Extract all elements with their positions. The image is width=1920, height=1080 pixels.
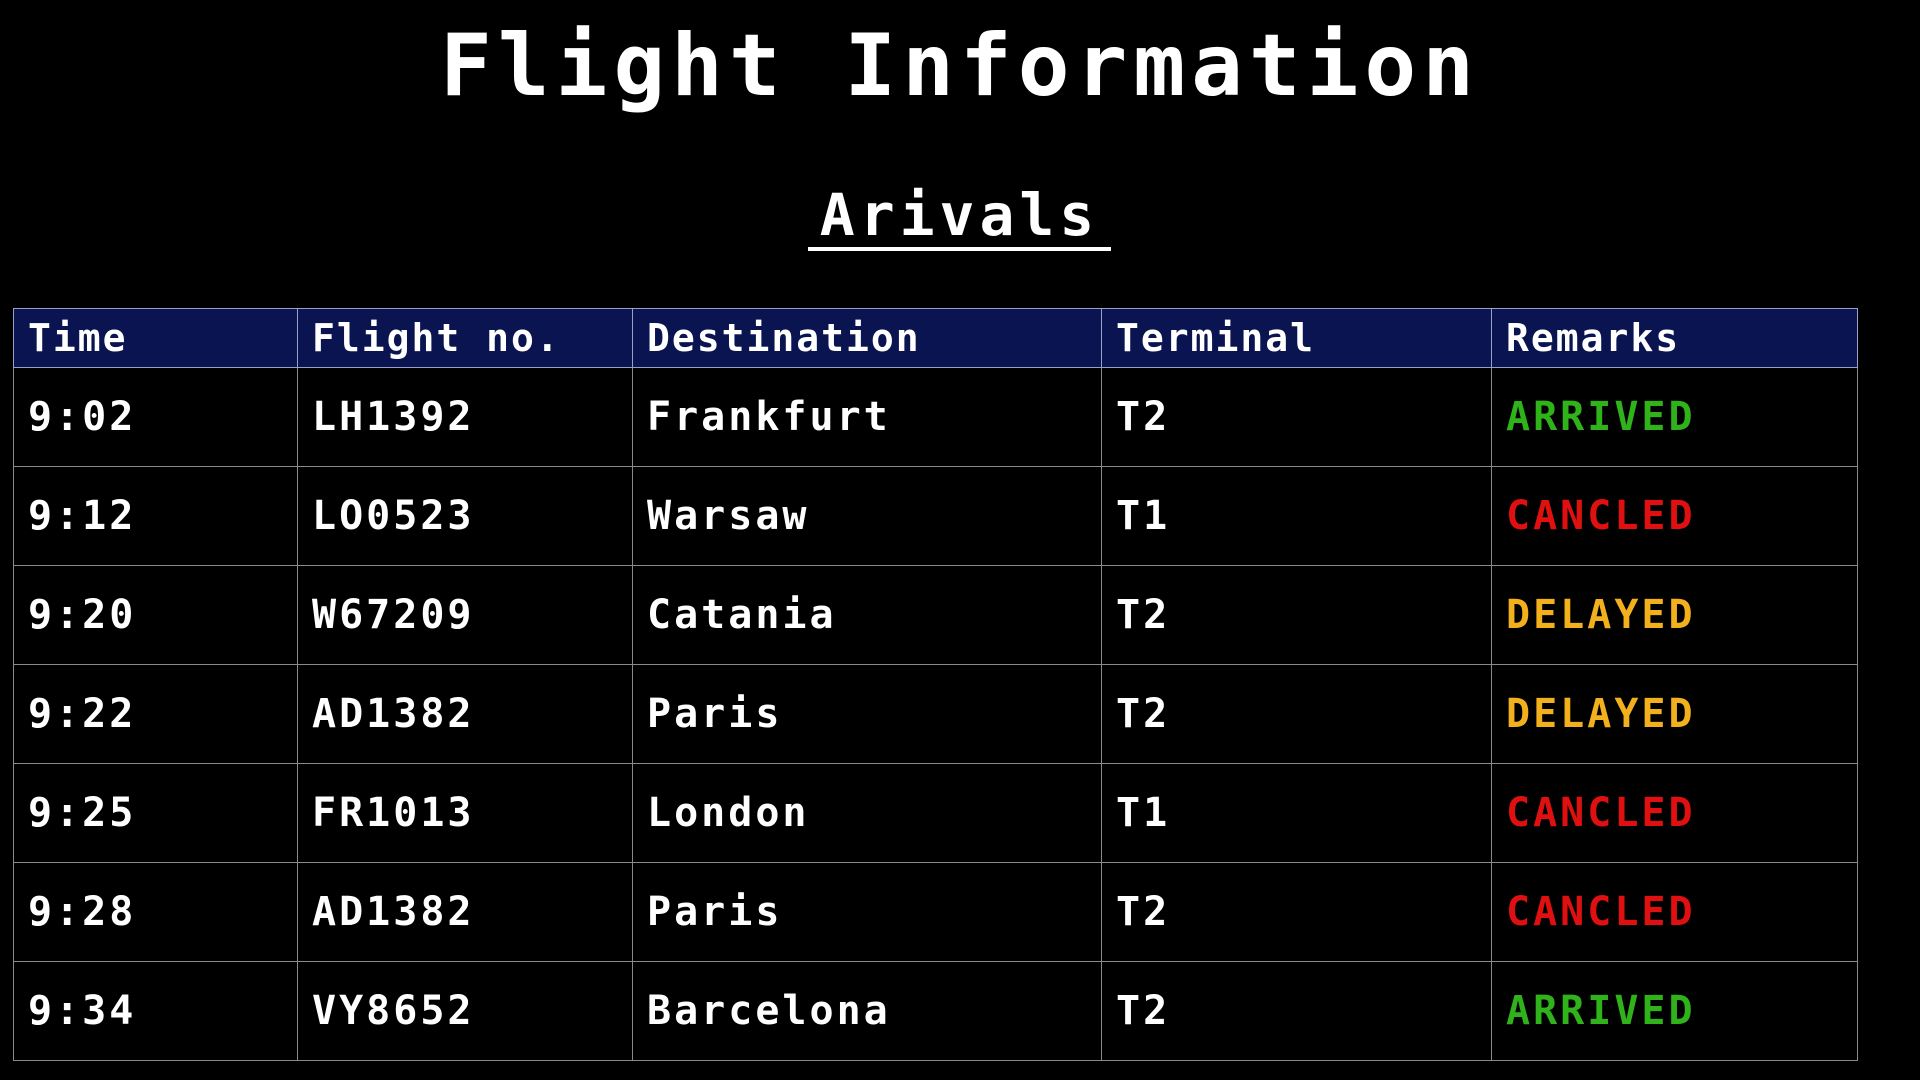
cell-remarks: DELAYED bbox=[1491, 565, 1858, 665]
cell-destination: Warsaw bbox=[632, 466, 1102, 566]
cell-destination: Catania bbox=[632, 565, 1102, 665]
cell-destination: Frankfurt bbox=[632, 367, 1102, 467]
cell-flight-no: W67209 bbox=[297, 565, 633, 665]
cell-flight-no: LH1392 bbox=[297, 367, 633, 467]
cell-remarks: DELAYED bbox=[1491, 664, 1858, 764]
cell-time: 9:34 bbox=[13, 961, 298, 1061]
table-row: 9:34 VY8652 Barcelona T2 ARRIVED bbox=[13, 961, 1858, 1061]
table-row: 9:02 LH1392 Frankfurt T2 ARRIVED bbox=[13, 367, 1858, 467]
cell-terminal: T2 bbox=[1101, 565, 1492, 665]
page-title: Flight Information bbox=[440, 16, 1480, 116]
table-row: 9:28 AD1382 Paris T2 CANCLED bbox=[13, 862, 1858, 962]
cell-remarks: CANCLED bbox=[1491, 763, 1858, 863]
flight-board-table: Time Flight no. Destination Terminal Rem… bbox=[13, 308, 1858, 1061]
cell-flight-no: VY8652 bbox=[297, 961, 633, 1061]
cell-flight-no: AD1382 bbox=[297, 664, 633, 764]
table-body: 9:02 LH1392 Frankfurt T2 ARRIVED 9:12 LO0523 Wa… bbox=[13, 367, 1858, 1061]
column-header-terminal: Terminal bbox=[1101, 308, 1492, 368]
table-header: Time Flight no. Destination Terminal Rem… bbox=[13, 308, 1858, 368]
column-header-destination: Destination bbox=[632, 308, 1102, 368]
cell-terminal: T1 bbox=[1101, 466, 1492, 566]
table-row: 9:22 AD1382 Paris T2 DELAYED bbox=[13, 664, 1858, 764]
cell-terminal: T1 bbox=[1101, 763, 1492, 863]
cell-destination: London bbox=[632, 763, 1102, 863]
header-row: Time Flight no. Destination Terminal Rem… bbox=[13, 308, 1858, 368]
column-header-remarks: Remarks bbox=[1491, 308, 1858, 368]
cell-destination: Paris bbox=[632, 862, 1102, 962]
cell-remarks: CANCLED bbox=[1491, 466, 1858, 566]
cell-time: 9:20 bbox=[13, 565, 298, 665]
cell-time: 9:25 bbox=[13, 763, 298, 863]
cell-flight-no: LO0523 bbox=[297, 466, 633, 566]
table-row: 9:12 LO0523 Warsaw T1 CANCLED bbox=[13, 466, 1858, 566]
cell-remarks: ARRIVED bbox=[1491, 961, 1858, 1061]
cell-terminal: T2 bbox=[1101, 862, 1492, 962]
cell-time: 9:12 bbox=[13, 466, 298, 566]
cell-terminal: T2 bbox=[1101, 664, 1492, 764]
cell-destination: Paris bbox=[632, 664, 1102, 764]
table-row: 9:25 FR1013 London T1 CANCLED bbox=[13, 763, 1858, 863]
cell-remarks: CANCLED bbox=[1491, 862, 1858, 962]
cell-remarks: ARRIVED bbox=[1491, 367, 1858, 467]
section-title-arrivals: Arivals bbox=[808, 185, 1111, 251]
cell-terminal: T2 bbox=[1101, 961, 1492, 1061]
cell-time: 9:28 bbox=[13, 862, 298, 962]
cell-flight-no: FR1013 bbox=[297, 763, 633, 863]
cell-flight-no: AD1382 bbox=[297, 862, 633, 962]
column-header-flight-no: Flight no. bbox=[297, 308, 633, 368]
cell-terminal: T2 bbox=[1101, 367, 1492, 467]
cell-destination: Barcelona bbox=[632, 961, 1102, 1061]
cell-time: 9:22 bbox=[13, 664, 298, 764]
column-header-time: Time bbox=[13, 308, 298, 368]
table-row: 9:20 W67209 Catania T2 DELAYED bbox=[13, 565, 1858, 665]
cell-time: 9:02 bbox=[13, 367, 298, 467]
